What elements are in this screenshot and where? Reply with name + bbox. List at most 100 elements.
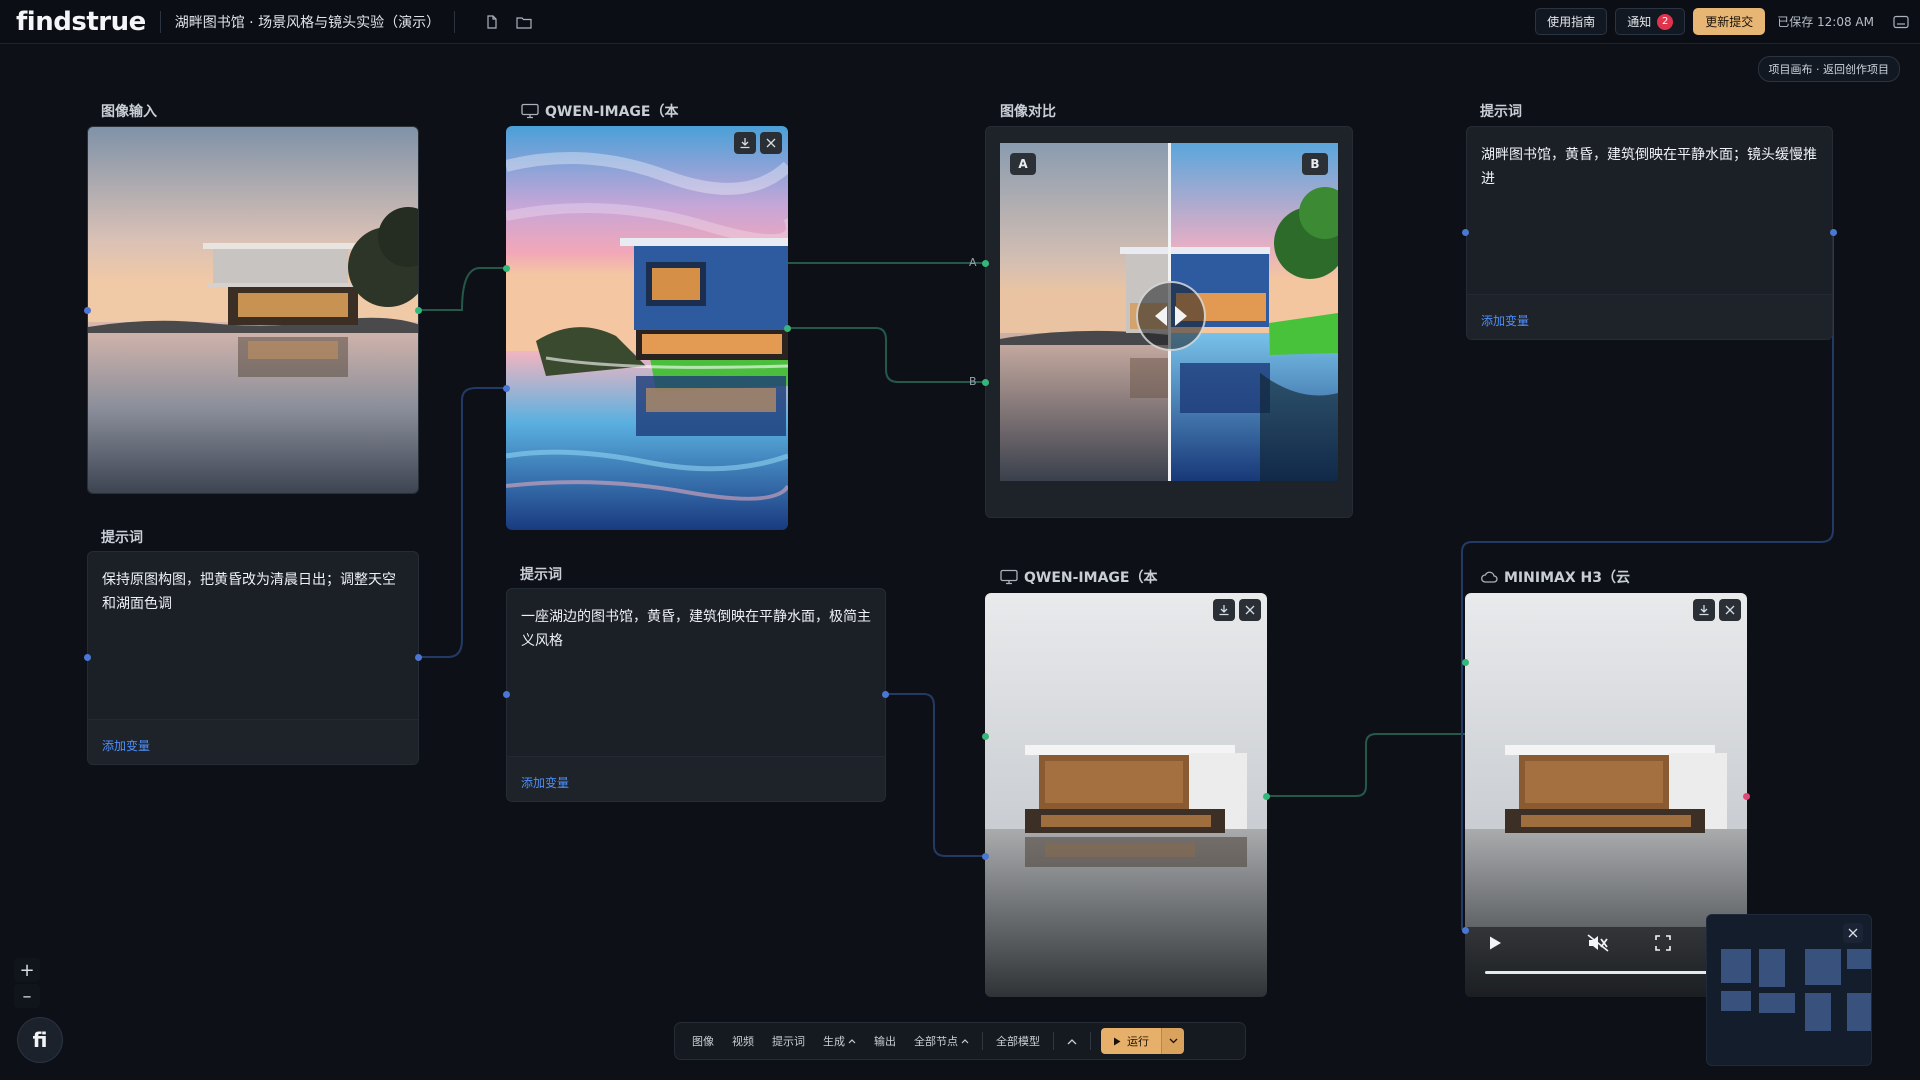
divider	[1090, 1032, 1091, 1050]
minimap-close-button[interactable]	[1843, 923, 1863, 943]
node-title-minimax[interactable]: MINIMAX H3（云	[1480, 567, 1630, 587]
image-input-preview	[88, 127, 418, 493]
run-dropdown-button[interactable]	[1161, 1028, 1184, 1054]
bottom-toolbar: 图像 视频 提示词 生成 输出 全部节点 全部模型 运行	[674, 1022, 1246, 1060]
toolbar-generate[interactable]: 生成	[814, 1033, 865, 1049]
toolbar-all-nodes[interactable]: 全部节点	[905, 1033, 978, 1049]
port-prompt-mid-in[interactable]	[503, 691, 510, 698]
toolbar-generate-label: 生成	[823, 1035, 845, 1048]
close-icon	[766, 138, 776, 148]
port-minimax-in-image[interactable]	[1462, 659, 1469, 666]
assistant-fab[interactable]: fi	[18, 1018, 62, 1062]
close-button[interactable]	[760, 132, 782, 154]
download-button[interactable]	[1693, 599, 1715, 621]
toolbar-image[interactable]: 图像	[683, 1033, 723, 1049]
port-prompt-mid-out[interactable]	[882, 691, 889, 698]
port-prompt-left-in[interactable]	[84, 654, 91, 661]
node-title-qwen2[interactable]: QWEN-IMAGE（本	[1000, 567, 1157, 587]
fullscreen-button[interactable]	[1655, 935, 1671, 951]
port-qwen2-in-prompt[interactable]	[982, 853, 989, 860]
prompt-mid-text[interactable]: 一座湖边的图书馆，黄昏，建筑倒映在平静水面，极简主义风格	[521, 605, 871, 653]
port-minimax-out[interactable]	[1743, 793, 1750, 800]
toolbar-collapse[interactable]	[1058, 1038, 1086, 1045]
wire-prompt-to-qwen1	[418, 387, 506, 658]
toolbar-output[interactable]: 输出	[865, 1033, 905, 1049]
toolbar-all-models[interactable]: 全部模型	[987, 1033, 1049, 1049]
compare-card[interactable]: A B	[985, 126, 1353, 518]
qwen2-output-preview	[985, 593, 1267, 997]
minimap-node	[1847, 993, 1871, 1031]
prompt-left-card[interactable]: 保持原图构图，把黄昏改为清晨日出；调整天空和湖面色调 添加变量	[87, 551, 419, 765]
qwen2-output-card[interactable]	[985, 593, 1267, 997]
video-progress-fill	[1485, 971, 1727, 974]
chevron-up-icon	[848, 1039, 856, 1044]
download-button[interactable]	[1213, 599, 1235, 621]
image-input-card[interactable]	[87, 126, 419, 494]
port-prompt-left-out[interactable]	[415, 654, 422, 661]
port-qwen2-out[interactable]	[1263, 793, 1270, 800]
download-icon	[740, 138, 750, 149]
toolbar-prompt[interactable]: 提示词	[763, 1033, 814, 1049]
prompt-right-card[interactable]: 湖畔图书馆，黄昏，建筑倒映在平静水面；镜头缓慢推进 添加变量	[1466, 126, 1833, 340]
mute-button[interactable]	[1587, 934, 1609, 952]
node-title-image-input[interactable]: 图像输入	[101, 101, 157, 121]
wire-qwen2-to-minimax	[1267, 733, 1465, 797]
run-button[interactable]: 运行	[1101, 1028, 1161, 1054]
add-variable-link[interactable]: 添加变量	[1481, 312, 1529, 329]
close-icon	[1725, 605, 1735, 615]
node-title-prompt-left[interactable]: 提示词	[101, 527, 143, 547]
port-qwen1-in-prompt[interactable]	[503, 385, 510, 392]
port-prompt-right-out[interactable]	[1830, 229, 1837, 236]
add-variable-link[interactable]: 添加变量	[102, 737, 150, 754]
add-variable-link[interactable]: 添加变量	[521, 774, 569, 791]
node-title-prompt-right[interactable]: 提示词	[1480, 101, 1522, 121]
zoom-out-button[interactable]: –	[14, 984, 40, 1008]
minimap-node	[1847, 949, 1871, 969]
port-compare-a[interactable]	[982, 260, 989, 267]
wire-prompt-to-qwen2	[886, 693, 986, 857]
port-qwen1-in-image[interactable]	[503, 265, 510, 272]
port-image-input-out[interactable]	[415, 307, 422, 314]
compare-label-a: A	[1010, 153, 1036, 175]
cloud-icon	[1481, 571, 1498, 583]
wire-input-to-qwen1	[418, 267, 506, 311]
minimap-node	[1759, 993, 1795, 1013]
zoom-in-button[interactable]: +	[14, 958, 40, 982]
node-title-compare[interactable]: 图像对比	[1000, 101, 1056, 121]
port-qwen1-out[interactable]	[784, 325, 791, 332]
close-icon	[1848, 928, 1858, 938]
qwen1-output-preview	[506, 126, 788, 530]
download-icon	[1699, 605, 1709, 616]
download-button[interactable]	[734, 132, 756, 154]
node-title-qwen1[interactable]: QWEN-IMAGE（本	[521, 101, 678, 121]
port-compare-b[interactable]	[982, 379, 989, 386]
minimap[interactable]	[1706, 914, 1872, 1066]
minimap-node	[1759, 949, 1785, 987]
video-progress-track[interactable]	[1485, 971, 1727, 974]
video-controls	[1465, 927, 1747, 997]
toolbar-video[interactable]: 视频	[723, 1033, 763, 1049]
compare-slider-handle[interactable]	[1136, 281, 1206, 351]
port-prompt-right-in[interactable]	[1462, 229, 1469, 236]
toolbar-all-nodes-label: 全部节点	[914, 1035, 958, 1048]
chevron-up-icon	[961, 1039, 969, 1044]
port-image-input-in[interactable]	[84, 307, 91, 314]
minimax-video-card[interactable]	[1465, 593, 1747, 997]
qwen1-output-card[interactable]	[506, 126, 788, 530]
chevron-up-icon	[1067, 1038, 1077, 1044]
port-minimax-in-prompt[interactable]	[1462, 927, 1469, 934]
close-button[interactable]	[1719, 599, 1741, 621]
compare-port-a-label: A	[969, 256, 977, 269]
port-qwen2-in-image[interactable]	[982, 733, 989, 740]
prompt-mid-card[interactable]: 一座湖边的图书馆，黄昏，建筑倒映在平静水面，极简主义风格 添加变量	[506, 588, 886, 802]
prompt-right-text[interactable]: 湖畔图书馆，黄昏，建筑倒映在平静水面；镜头缓慢推进	[1481, 143, 1818, 191]
minimap-node	[1805, 993, 1831, 1031]
muted-speaker-icon	[1587, 934, 1609, 952]
close-button[interactable]	[1239, 599, 1261, 621]
compare-viewport[interactable]: A B	[1000, 143, 1338, 481]
play-icon	[1490, 936, 1501, 950]
minimap-node	[1721, 991, 1751, 1011]
play-button[interactable]	[1487, 935, 1503, 951]
prompt-left-text[interactable]: 保持原图构图，把黄昏改为清晨日出；调整天空和湖面色调	[102, 568, 404, 616]
node-title-prompt-mid[interactable]: 提示词	[520, 564, 562, 584]
